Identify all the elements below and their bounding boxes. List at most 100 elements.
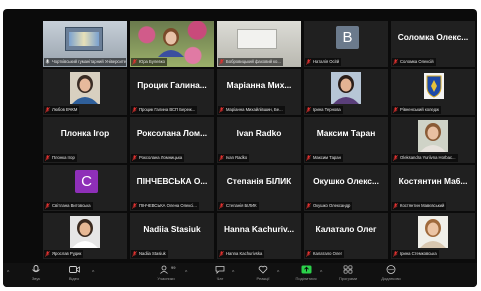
caret-up-icon[interactable]: ^	[185, 270, 187, 276]
participant-tile[interactable]: Калатало Олег Калатало Олег	[304, 213, 388, 259]
participant-tile[interactable]: Любов ВЧКМ	[43, 69, 127, 115]
participant-name: Роксолана Ломницька	[139, 155, 183, 160]
participant-tile[interactable]: Ірина Стемковська	[391, 213, 475, 259]
participant-tile[interactable]: Ярослав Рудик	[43, 213, 127, 259]
participant-tile[interactable]: Ivan Radko Ivan Radko	[217, 117, 301, 163]
avatar	[70, 72, 100, 109]
participant-name-label: ПІНЧЕВСЬКА Олена Олексі...	[131, 202, 199, 210]
participant-name: Наталія Осіїй	[313, 59, 340, 64]
participant-tile[interactable]: Маріанна Мих... Маріанна Михайлівшин, Бе…	[217, 69, 301, 115]
participant-name-label: Чортківський гуманітарний Університет (Б…	[44, 58, 126, 66]
participant-tile[interactable]: Oleksandra Yuriivna Horbac...	[391, 117, 475, 163]
apps-label: Програми	[338, 276, 358, 281]
participant-name: ПІНЧЕВСЬКА Олена Олексі...	[139, 203, 197, 208]
participant-name: Максим Таран	[313, 155, 341, 160]
participant-tile[interactable]: C Світлана Витовська	[43, 165, 127, 211]
participant-tile[interactable]: Процик Галина... Процик Галина ВСП Береж…	[130, 69, 214, 115]
avatar: C	[75, 170, 98, 193]
participant-name-label: Ivan Radko	[218, 154, 250, 162]
caret-up-icon[interactable]: ^	[320, 270, 322, 276]
mic-muted-icon	[219, 59, 224, 65]
participant-name-label: Процик Галина ВСП Береж...	[131, 106, 198, 114]
meeting-window: Чортківський гуманітарний Університет (Б…	[3, 9, 477, 287]
mic-muted-icon	[132, 107, 137, 113]
participant-name-label: Маріанна Михайлівшин, Бе...	[218, 106, 285, 114]
participant-display-name: ПІНЧЕВСЬКА О...	[136, 176, 208, 186]
participant-name-label: Роксолана Ломницька	[131, 154, 185, 162]
caret-up-icon[interactable]: ^	[92, 270, 94, 276]
participant-name: Любов ВЧКМ	[52, 107, 78, 112]
mic-muted-icon	[219, 203, 224, 209]
mic-muted-icon	[132, 155, 137, 161]
participant-name-label: Ярослав Рудик	[44, 250, 84, 258]
participant-name-label: Плонка Ігор	[44, 154, 77, 162]
mic-muted-icon	[306, 203, 311, 209]
participant-tile[interactable]: Юра Булевко	[130, 21, 214, 67]
mic-muted-icon	[306, 59, 311, 65]
participant-tile[interactable]: Костянтин Ма6... Костянтин Мавєвський	[391, 165, 475, 211]
reactions-button[interactable]: Реакції	[248, 265, 278, 281]
mic-muted-icon	[306, 251, 311, 257]
mic-muted-icon	[219, 155, 224, 161]
avatar	[70, 216, 100, 253]
participant-tile[interactable]: Степанія БІЛИК Степанія БІЛИК	[217, 165, 301, 211]
participant-tile[interactable]: Роксолана Лом... Роксолана Ломницька	[130, 117, 214, 163]
mic-muted-icon	[45, 155, 50, 161]
avatar: B	[336, 26, 359, 49]
participant-name: Hanna Kachurivska	[226, 251, 263, 256]
participant-tile[interactable]: Максим Таран Максим Таран	[304, 117, 388, 163]
participant-tile[interactable]: Nadiia Stasiuk Nadiia Stasiuk	[130, 213, 214, 259]
video-button[interactable]: Відео	[59, 265, 89, 281]
participant-tile[interactable]: Окушко Олекс... Окушко Олександр	[304, 165, 388, 211]
participant-name-label: Юра Булевко	[131, 58, 167, 66]
participant-name-label: Наталія Осіїй	[305, 58, 342, 66]
participant-name-label: Світлана Витовська	[44, 202, 93, 210]
participant-name-label: Hanna Kachurivska	[218, 250, 265, 258]
mic-muted-icon	[132, 251, 137, 257]
participant-tile[interactable]: ПІНЧЕВСЬКА О... ПІНЧЕВСЬКА Олена Олексі.…	[130, 165, 214, 211]
participant-name-label: Степанія БІЛИК	[218, 202, 259, 210]
participant-tile[interactable]: Плонка Ігор Плонка Ігор	[43, 117, 127, 163]
mic-muted-icon	[219, 251, 224, 257]
participant-name: Калатало Олег	[313, 251, 343, 256]
participant-name-label: Ірина Тернова	[305, 106, 343, 114]
participants-count: 99	[171, 265, 176, 270]
participant-tile[interactable]: Чортківський гуманітарний Університет (Б…	[43, 21, 127, 67]
participant-tile[interactable]: Ірина Тернова	[304, 69, 388, 115]
mic-muted-icon	[306, 155, 311, 161]
mic-muted-icon	[393, 107, 398, 113]
avatar	[331, 72, 361, 109]
share-button[interactable]: Поділитися	[291, 265, 321, 281]
mic-muted-icon	[45, 107, 50, 113]
participant-tile[interactable]: B Наталія Осіїй	[304, 21, 388, 67]
audio-label: Звук	[31, 276, 41, 281]
participant-tile[interactable]: Соломка Олекс... Соломка Олексій	[391, 21, 475, 67]
apps-button[interactable]: Програми	[333, 265, 363, 281]
mic-muted-icon	[393, 59, 398, 65]
reaction-icon	[258, 265, 268, 274]
participant-gallery: Чортківський гуманітарний Університет (Б…	[43, 21, 475, 263]
caret-up-icon[interactable]: ^	[277, 270, 279, 276]
participants-button[interactable]: 99 Учасники	[151, 265, 181, 281]
mic-muted-icon	[45, 251, 50, 257]
caret-up-icon[interactable]: ^	[232, 270, 234, 276]
participant-name: Чортківський гуманітарний Університет (Б…	[52, 59, 126, 64]
participant-name: Ірина Тернова	[313, 107, 341, 112]
participant-name: Рівненський коледж	[400, 107, 439, 112]
participant-tile[interactable]: Бобровицький фаховий ко...	[217, 21, 301, 67]
audio-button[interactable]: Звук	[21, 265, 51, 281]
participant-display-name: Максим Таран	[316, 128, 376, 138]
participant-name: Процик Галина ВСП Береж...	[139, 107, 196, 112]
participant-tile[interactable]: Рівненський коледж	[391, 69, 475, 115]
participant-tile[interactable]: Hanna Kachuriv... Hanna Kachurivska	[217, 213, 301, 259]
chat-button[interactable]: Чат	[205, 265, 235, 281]
more-button[interactable]: Додатково	[376, 265, 406, 281]
participant-display-name: Плонка Ігор	[60, 128, 110, 138]
more-label: Додатково	[381, 276, 401, 281]
participant-name: Костянтин Мавєвський	[400, 203, 445, 208]
share-label: Поділитися	[295, 276, 317, 281]
participant-name: Світлана Витовська	[52, 203, 91, 208]
apps-icon	[343, 265, 353, 274]
caret-up-icon[interactable]: ^	[7, 270, 9, 276]
mic-muted-icon	[393, 203, 398, 209]
